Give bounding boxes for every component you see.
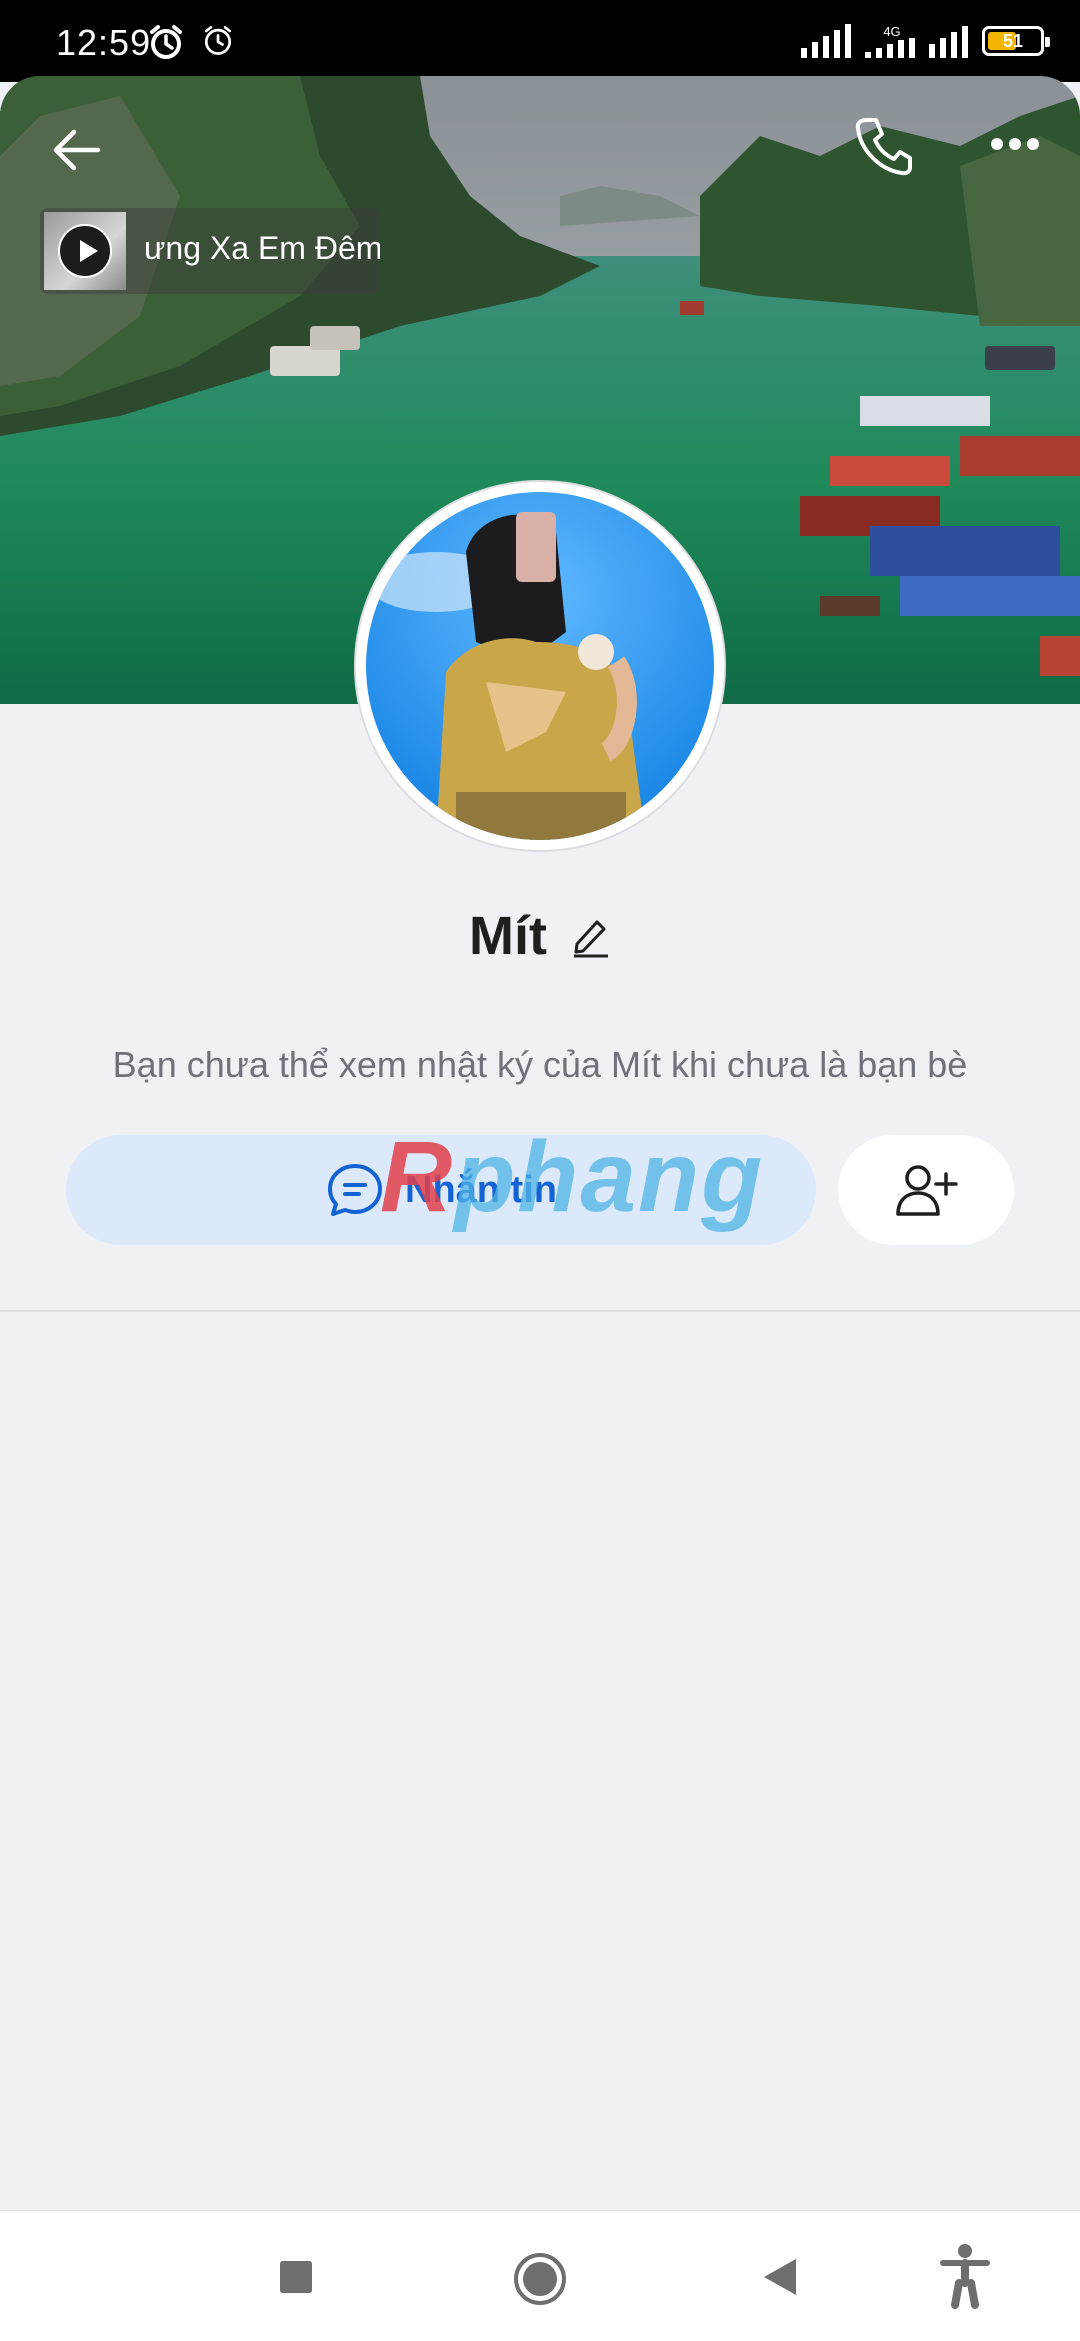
alarm-icon (150, 25, 182, 59)
back-arrow-icon[interactable] (48, 120, 108, 180)
recent-apps-button[interactable] (280, 2261, 312, 2293)
music-player[interactable]: ưng Xa Em Đêm (40, 208, 380, 294)
profile-name: Mít (469, 906, 547, 966)
system-navbar (0, 2210, 1080, 2341)
battery-icon: 51 (982, 26, 1050, 56)
add-friend-icon (896, 1165, 958, 1216)
battery-level: 51 (1002, 31, 1024, 51)
more-icon[interactable] (990, 132, 1040, 156)
avatar[interactable] (354, 480, 726, 852)
privacy-note: Bạn chưa thể xem nhật ký của Mít khi chư… (112, 1044, 968, 1085)
accessibility-icon[interactable] (940, 2243, 990, 2309)
section-divider (0, 1310, 1080, 1312)
status-bar: 12:59 4G 51 (0, 0, 1080, 82)
phone-icon[interactable] (852, 114, 914, 176)
message-button[interactable]: Nhắn tin (66, 1135, 816, 1245)
music-title: ưng Xa Em Đêm (144, 230, 380, 266)
add-friend-button[interactable] (838, 1135, 1014, 1245)
edit-pencil-icon[interactable] (571, 914, 611, 958)
back-button[interactable] (760, 2255, 800, 2299)
home-button[interactable] (512, 2251, 568, 2307)
message-button-label: Nhắn tin (405, 1168, 557, 1211)
signal-icon-3 (929, 24, 968, 58)
alarm-clock-icon (204, 26, 232, 55)
play-icon[interactable] (58, 224, 112, 278)
signal-icon (801, 24, 851, 58)
avatar-image (366, 492, 714, 840)
chat-bubble-icon (328, 1164, 382, 1216)
network-type: 4G (883, 23, 901, 39)
status-time: 12:59 (56, 22, 152, 63)
signal-icon-2 (865, 37, 915, 58)
